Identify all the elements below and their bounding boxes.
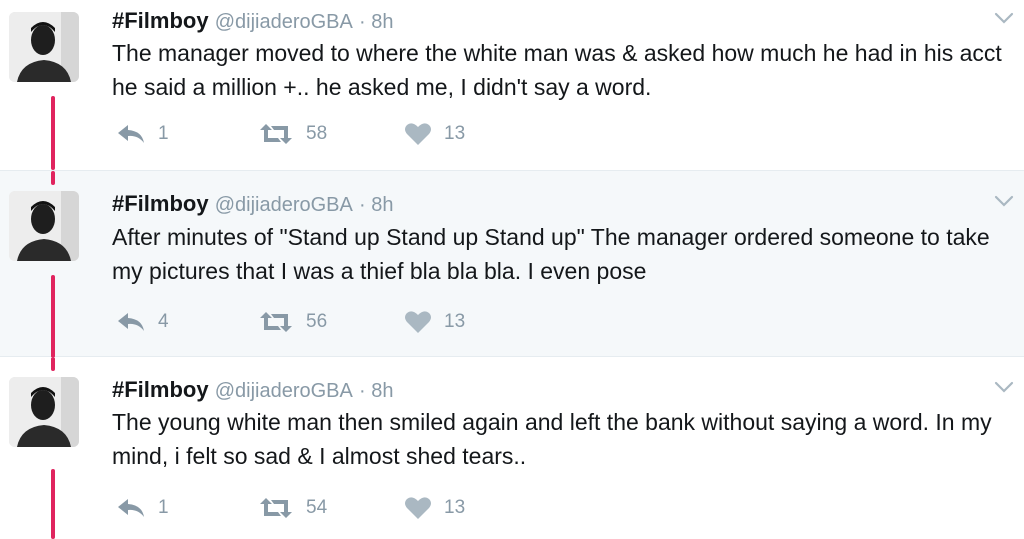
thread-connector (51, 469, 55, 539)
retweet-button[interactable]: 56 (258, 308, 327, 336)
retweet-icon (260, 124, 292, 144)
tweet-header: #Filmboy @dijiaderoGBA · 8h (112, 8, 393, 35)
retweet-icon (260, 498, 292, 518)
retweet-count: 58 (306, 123, 328, 144)
thread-connector (51, 171, 55, 185)
timestamp[interactable]: · 8h (359, 11, 393, 33)
thread-connector (51, 96, 55, 170)
like-button[interactable]: 13 (404, 120, 465, 148)
tweet-text: The young white man then smiled again an… (112, 409, 992, 469)
tweet[interactable]: #Filmboy @dijiaderoGBA · 8h After minute… (0, 170, 1024, 358)
reply-icon (118, 125, 144, 143)
retweet-button[interactable]: 54 (258, 494, 327, 522)
reply-button[interactable]: 4 (116, 308, 169, 336)
reply-icon (118, 499, 144, 517)
retweet-icon (260, 312, 292, 332)
timestamp[interactable]: · 8h (359, 194, 393, 216)
username[interactable]: @dijiaderoGBA (215, 194, 353, 216)
chevron-down-icon[interactable] (994, 195, 1014, 207)
like-count: 13 (444, 497, 466, 518)
chevron-down-icon[interactable] (994, 12, 1014, 24)
like-icon (405, 311, 431, 333)
reply-count: 1 (158, 497, 169, 518)
timestamp[interactable]: · 8h (359, 380, 393, 402)
tweet-header: #Filmboy @dijiaderoGBA · 8h (112, 191, 393, 218)
tweet-text: The manager moved to where the white man… (112, 40, 1002, 100)
retweet-count: 56 (306, 311, 328, 332)
avatar[interactable] (9, 191, 79, 261)
display-name[interactable]: #Filmboy (112, 8, 209, 33)
like-button[interactable]: 13 (404, 308, 465, 336)
reply-button[interactable]: 1 (116, 120, 169, 148)
thread-connector (51, 275, 55, 358)
tweet-text: After minutes of "Stand up Stand up Stan… (112, 224, 990, 284)
like-count: 13 (444, 311, 466, 332)
reply-count: 1 (158, 123, 169, 144)
reply-icon (118, 313, 144, 331)
avatar[interactable] (9, 377, 79, 447)
tweet[interactable]: #Filmboy @dijiaderoGBA · 8h The young wh… (0, 357, 1024, 539)
display-name[interactable]: #Filmboy (112, 191, 209, 216)
display-name[interactable]: #Filmboy (112, 377, 209, 402)
retweet-button[interactable]: 58 (258, 120, 327, 148)
chevron-down-icon[interactable] (994, 381, 1014, 393)
reply-button[interactable]: 1 (116, 494, 169, 522)
like-count: 13 (444, 123, 466, 144)
reply-count: 4 (158, 311, 169, 332)
tweet[interactable]: #Filmboy @dijiaderoGBA · 8h The manager … (0, 0, 1024, 170)
thread-connector (51, 357, 55, 371)
retweet-count: 54 (306, 497, 328, 518)
like-icon (405, 497, 431, 519)
avatar[interactable] (9, 12, 79, 82)
tweet-header: #Filmboy @dijiaderoGBA · 8h (112, 377, 393, 404)
like-button[interactable]: 13 (404, 494, 465, 522)
username[interactable]: @dijiaderoGBA (215, 11, 353, 33)
username[interactable]: @dijiaderoGBA (215, 380, 353, 402)
like-icon (405, 123, 431, 145)
